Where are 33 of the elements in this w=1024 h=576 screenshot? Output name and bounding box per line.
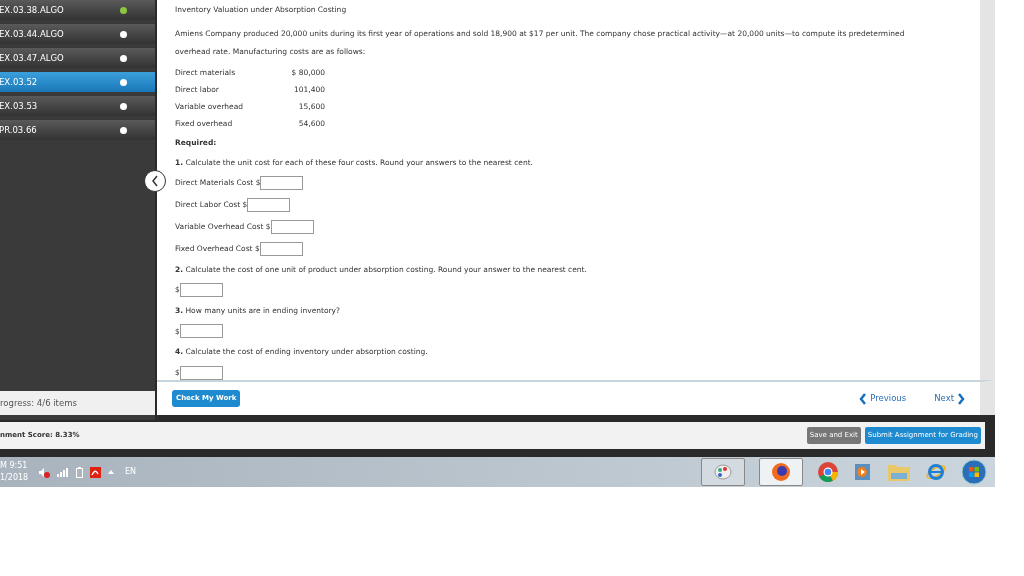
start-orb-icon[interactable] [961,459,987,485]
clock-date: 1/2018 [0,472,30,484]
clock-time: M 9:51 [0,460,29,472]
chrome-app-icon[interactable] [817,461,839,483]
assignment-item[interactable]: EX.03.52 [0,72,155,92]
answer-field[interactable] [179,283,223,297]
folder-app-icon[interactable] [887,462,911,482]
speaker-muted-icon[interactable] [38,466,50,478]
answer-field[interactable] [179,365,223,380]
assignment-item[interactable]: EX.03.53 [0,96,155,116]
chevron-left-icon [151,175,159,187]
answer-field[interactable] [247,197,291,212]
answer-field[interactable] [259,241,303,256]
assignment-item[interactable]: PR.03.66 [0,120,155,140]
caret-up-icon[interactable] [108,470,114,474]
chevron-right-icon [958,392,965,405]
media-player-app-icon[interactable] [853,462,873,482]
battery-icon[interactable] [76,466,83,478]
answer-field[interactable] [270,219,314,234]
signal-icon[interactable] [57,467,69,477]
antivirus-icon[interactable] [90,466,101,478]
firefox-app-icon[interactable] [759,458,803,486]
internet-explorer-app-icon[interactable] [925,461,947,483]
progress-text: rogress: 4/6 items [0,396,77,410]
paint-app-icon[interactable] [701,458,745,486]
assignment-item[interactable]: EX.03.38.ALGO [0,0,155,20]
previous-button[interactable]: Previous [859,392,907,405]
assignment-item[interactable]: EX.03.44.ALGO [0,24,155,44]
answer-field[interactable] [179,324,223,339]
assignment-item[interactable]: EX.03.47.ALGO [0,48,155,68]
answer-field[interactable] [260,175,304,190]
next-button[interactable]: Next [934,392,965,405]
chevron-left-icon [859,392,867,405]
